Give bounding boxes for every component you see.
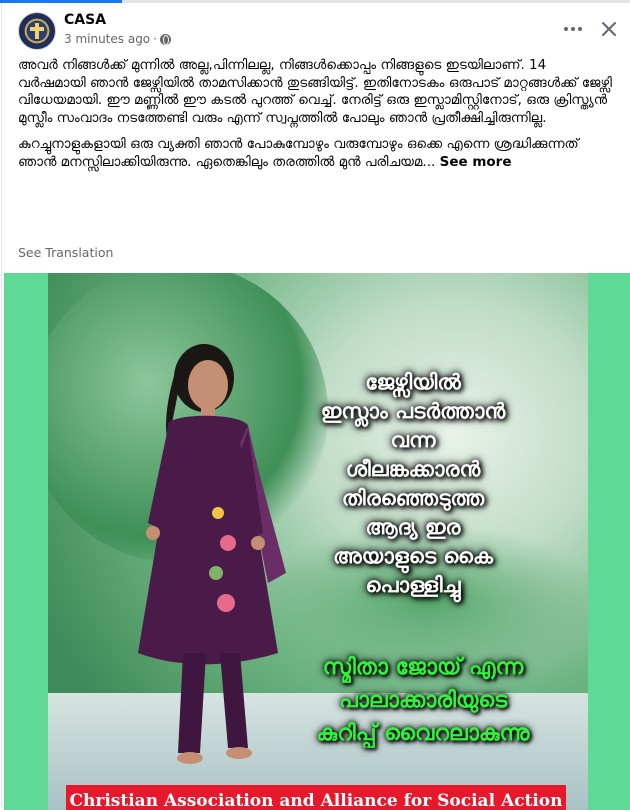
headline-line: ഇസ്ലാം പടർത്താൻ <box>320 399 506 423</box>
headline-line: ആദ്യ ഇര <box>365 515 461 539</box>
more-icon-dot <box>571 27 575 31</box>
headline-line: പൊള്ളിച്ചു <box>365 573 461 597</box>
see-translation-link[interactable]: See Translation <box>18 245 113 260</box>
organization-banner-text: Christian Association and Alliance for S… <box>69 791 563 810</box>
timestamp[interactable]: 3 minutes ago <box>64 32 150 46</box>
more-icon-dot <box>578 27 582 31</box>
globe-icon[interactable] <box>159 33 171 45</box>
avatar[interactable] <box>18 12 56 50</box>
more-icon <box>564 27 568 31</box>
close-icon <box>602 22 616 36</box>
meta-separator: · <box>153 32 157 46</box>
subheadline-overlay: സ്മിതാ ജോയ് എന്ന പാലാക്കാരിയുടെ കുറിപ്പ്… <box>268 651 578 750</box>
post-image[interactable]: ജേഴ്സിയിൽ ഇസ്ലാം പടർത്താൻ വന്ന ശീലങ്കക്ക… <box>4 273 630 810</box>
see-more-link[interactable]: See more <box>440 154 512 170</box>
subheadline-line: കുറിപ്പ് വൈറലാകുന്നു <box>316 721 530 746</box>
headline-line: ശീലങ്കക്കാരൻ <box>345 457 481 481</box>
avatar-cross-horizontal <box>30 27 44 31</box>
post-paragraph-2: കുറച്ചുനാളുകളായി ഒരു വ്യക്തി ഞാൻ പോകുമ്പ… <box>18 136 618 171</box>
photo-frame: ജേഴ്സിയിൽ ഇസ്ലാം പടർത്താൻ വന്ന ശീലങ്കക്ക… <box>48 273 588 810</box>
subheadline-line: പാലാക്കാരിയുടെ <box>338 688 508 713</box>
post-meta: 3 minutes ago · <box>64 32 171 46</box>
organization-banner: Christian Association and Alliance for S… <box>66 785 566 810</box>
subheadline-line: സ്മിതാ ജോയ് എന്ന <box>322 655 524 680</box>
headline-line: അയാളുടെ കൈ <box>333 544 493 568</box>
post-header: CASA 3 minutes ago · <box>2 3 630 55</box>
headline-line: തിരഞ്ഞെടുത്ത <box>341 486 485 510</box>
headline-overlay: ജേഴ്സിയിൽ ഇസ്ലാം പടർത്താൻ വന്ന ശീലങ്കക്ക… <box>298 368 528 600</box>
headline-line: ജേഴ്സിയിൽ <box>365 370 461 394</box>
more-options-button[interactable] <box>558 15 588 43</box>
close-button[interactable] <box>594 14 624 44</box>
avatar-cross-vertical <box>35 23 39 39</box>
author-name[interactable]: CASA <box>64 12 106 28</box>
post-text: അവർ നിങ്ങൾക്ക് മുന്നിൽ അല്ല,പിന്നിലല്ല, … <box>18 57 618 180</box>
post-paragraph-1: അവർ നിങ്ങൾക്ക് മുന്നിൽ അല്ല,പിന്നിലല്ല, … <box>18 57 612 126</box>
headline-line: വന്ന <box>390 428 436 452</box>
post-card: CASA 3 minutes ago · അവർ നിങ്ങൾക്ക് മുന്… <box>1 3 630 810</box>
